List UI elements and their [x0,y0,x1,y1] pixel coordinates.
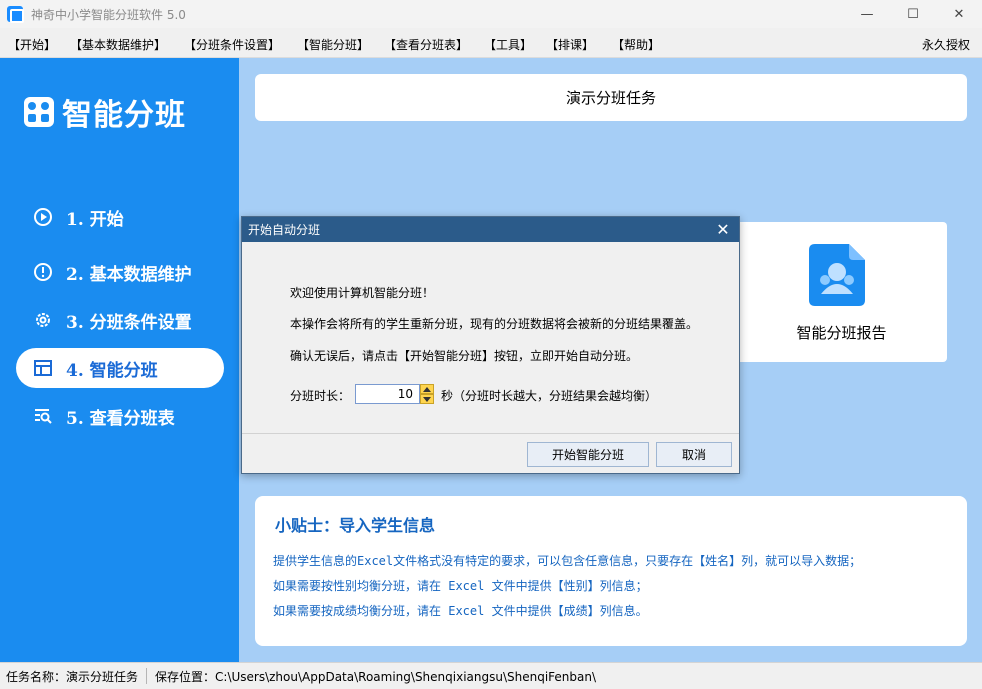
sidebar-item-conditions[interactable]: 3. 分班条件设置 [16,300,224,340]
title-bar: 神奇中小学智能分班软件 5.0 — ☐ ✕ [0,0,982,28]
dialog-warning-text: 本操作会将所有的学生重新分班，现有的分班数据将会被新的分班结果覆盖。 [290,317,699,331]
sidebar-item-label: 5. 查看分班表 [66,408,175,429]
report-document-icon [809,244,865,306]
sidebar-item-label: 4. 智能分班 [66,360,158,381]
task-name-banner: 演示分班任务 [255,74,967,121]
sidebar-logo: 智能分班 [24,90,186,134]
tips-title: 小贴士：导入学生信息 [275,516,436,535]
status-bar: 任务名称：演示分班任务 保存位置：C:\Users\zhou\AppData\R… [0,662,982,689]
gear-icon [32,309,54,331]
sidebar-item-basic-data[interactable]: 2. 基本数据维护 [16,252,224,292]
minimize-icon[interactable]: — [844,0,890,28]
sidebar-item-label: 2. 基本数据维护 [66,264,192,285]
spin-up-icon[interactable] [420,384,434,394]
window-title: 神奇中小学智能分班软件 5.0 [31,7,186,22]
tips-line: 提供学生信息的Excel文件格式没有特定的要求，可以包含任意信息，只要存在【姓名… [273,554,862,568]
sidebar-item-view-table[interactable]: 5. 查看分班表 [16,396,224,436]
cancel-button[interactable]: 取消 [656,442,732,467]
sidebar-item-label: 3. 分班条件设置 [66,312,192,333]
menu-scheduling[interactable]: 【排课】 [546,36,594,53]
report-label: 智能分班报告 [796,324,887,342]
status-save-location: 保存位置：C:\Users\zhou\AppData\Roaming\Shenq… [155,669,597,684]
close-icon[interactable]: ✕ [713,219,733,239]
spin-down-icon[interactable] [420,394,434,404]
menu-smart-assign[interactable]: 【智能分班】 [297,36,369,53]
sidebar-item-smart-assign[interactable]: 4. 智能分班 [16,348,224,388]
menu-tools[interactable]: 【工具】 [484,36,532,53]
menu-bar: 【开始】 【基本数据维护】 【分班条件设置】 【智能分班】 【查看分班表】 【工… [0,28,982,58]
tips-line: 如果需要按性别均衡分班，请在 Excel 文件中提供【性别】列信息； [273,579,648,593]
duration-label: 分班时长： [290,389,351,403]
search-list-icon [32,405,54,427]
start-icon [32,206,54,228]
close-icon[interactable]: ✕ [936,0,982,28]
window-controls: — ☐ ✕ [844,0,982,28]
menu-class-conditions[interactable]: 【分班条件设置】 [184,36,280,53]
duration-unit: 秒（分班时长越大，分班结果会越均衡） [441,389,658,403]
table-icon [32,357,54,379]
tips-line: 如果需要按成绩均衡分班，请在 Excel 文件中提供【成绩】列信息。 [273,604,648,618]
start-smart-assign-button[interactable]: 开始智能分班 [527,442,649,467]
status-separator [146,668,148,684]
dialog-instruction-text: 确认无误后，请点击【开始智能分班】按钮，立即开始自动分班。 [290,349,639,363]
menu-help[interactable]: 【帮助】 [612,36,660,53]
menu-start[interactable]: 【开始】 [8,36,56,53]
sidebar: 智能分班 1. 开始 2. 基本数据维护 3. 分班条件设置 4. 智能分班 5… [0,58,239,662]
sidebar-title: 智能分班 [62,98,186,133]
dialog-divider [242,433,739,434]
license-status: 永久授权 [921,38,970,52]
dialog-title-bar: 开始自动分班 ✕ [242,217,739,242]
duration-spinner[interactable] [420,384,434,404]
dialog-welcome-text: 欢迎使用计算机智能分班！ [290,286,435,300]
data-maintenance-icon [32,261,54,283]
menu-view-table[interactable]: 【查看分班表】 [384,36,468,53]
sidebar-item-label: 1. 开始 [66,209,124,230]
status-task-name: 任务名称：演示分班任务 [6,669,139,684]
logo-icon [24,97,54,127]
report-card[interactable]: 智能分班报告 [736,222,947,362]
maximize-icon[interactable]: ☐ [890,0,936,28]
app-icon [7,6,24,23]
duration-input[interactable]: 10 [355,384,420,404]
menu-basic-data[interactable]: 【基本数据维护】 [70,36,166,53]
auto-assign-dialog: 开始自动分班 ✕ 欢迎使用计算机智能分班！ 本操作会将所有的学生重新分班，现有的… [241,216,740,474]
dialog-title: 开始自动分班 [248,223,321,237]
tips-panel: 小贴士：导入学生信息 提供学生信息的Excel文件格式没有特定的要求，可以包含任… [255,496,967,646]
sidebar-item-start[interactable]: 1. 开始 [16,197,224,237]
